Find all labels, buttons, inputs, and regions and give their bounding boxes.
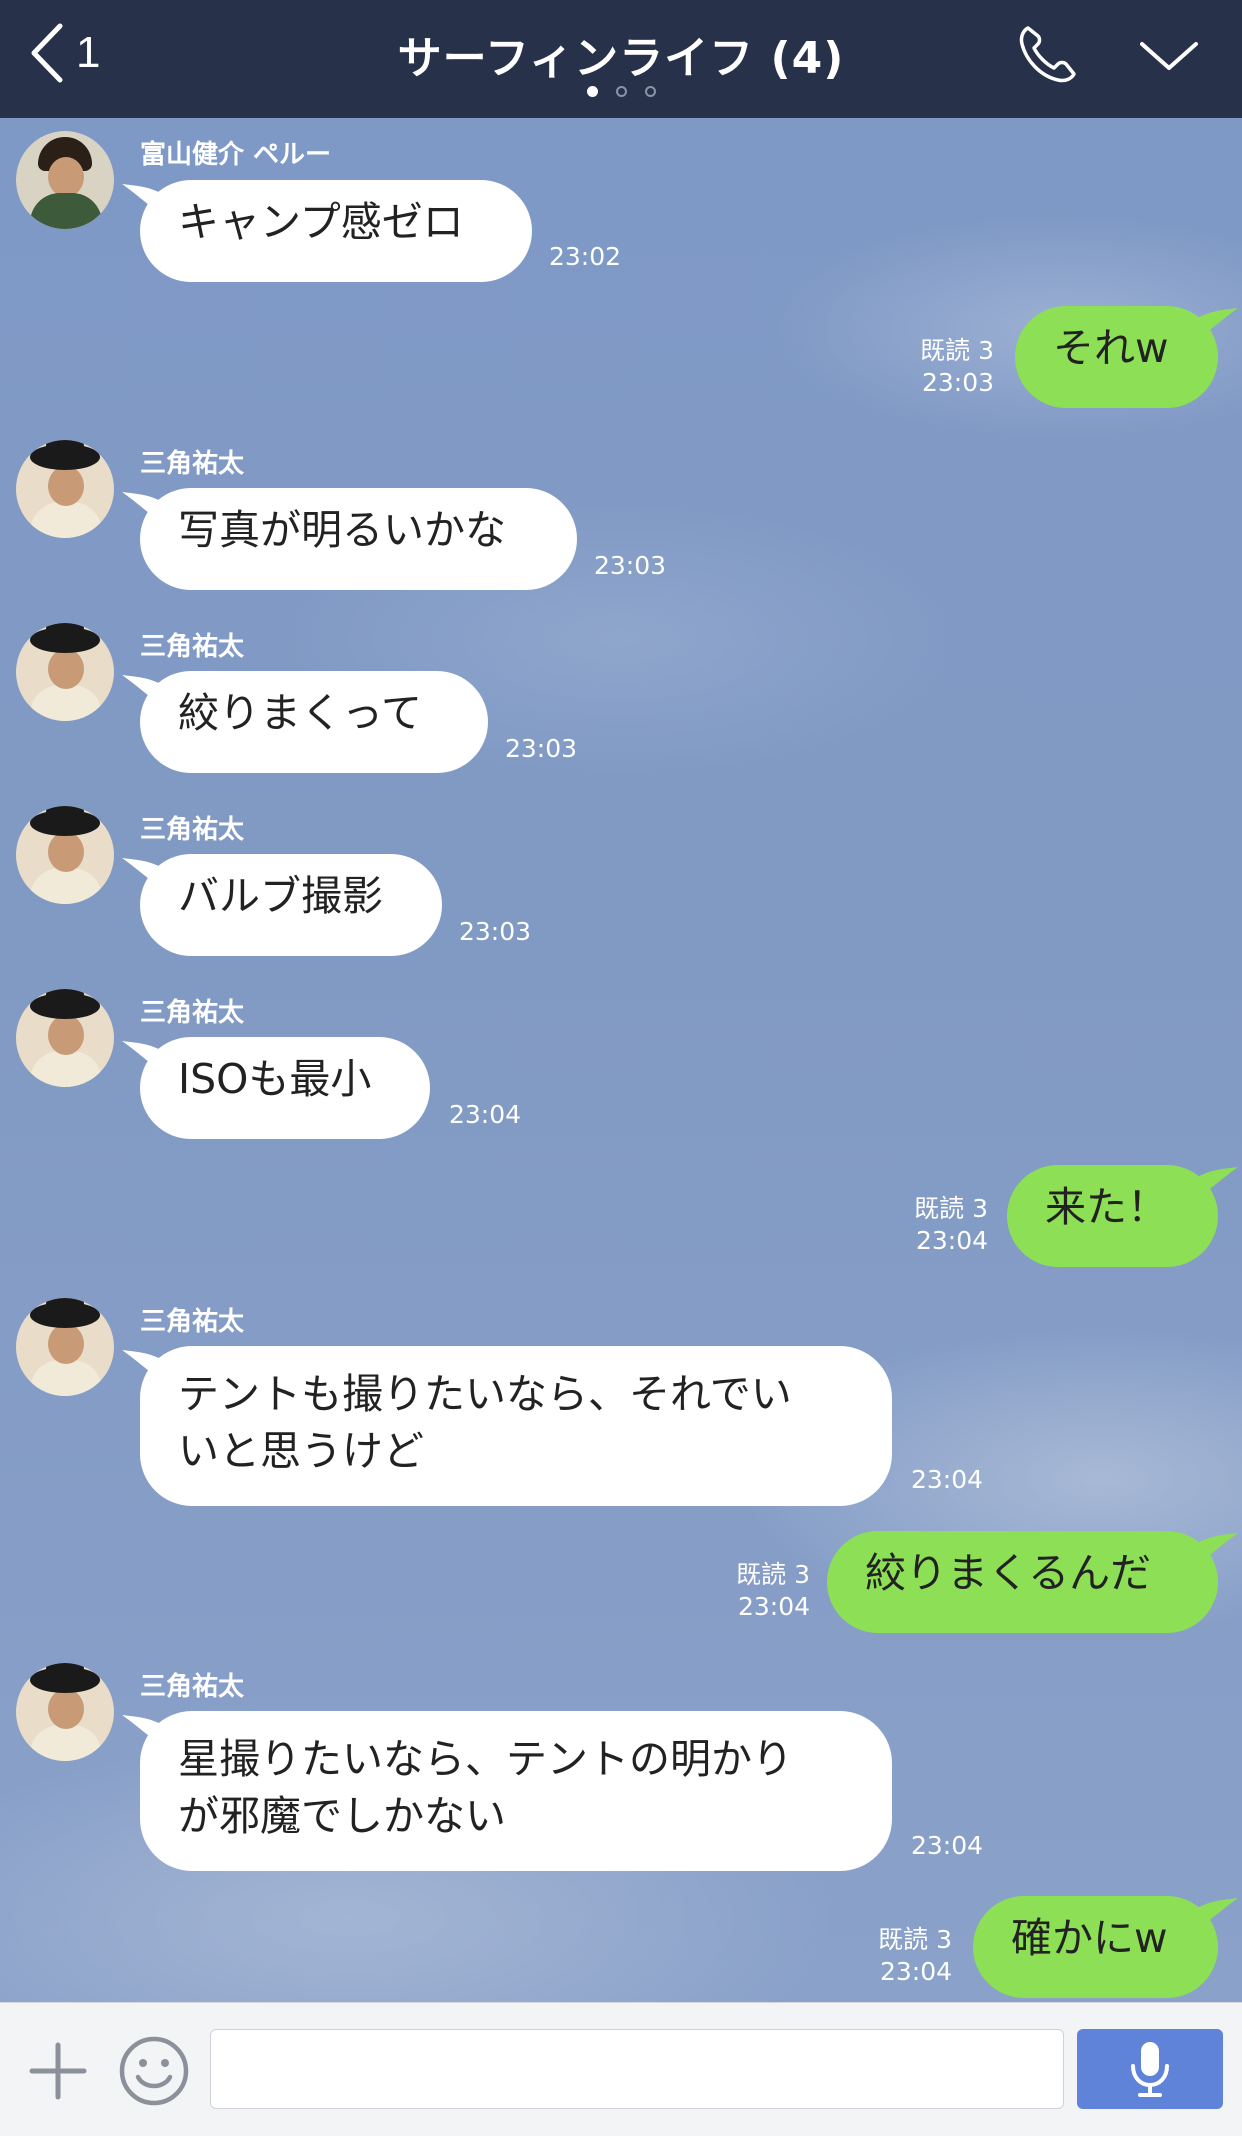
message-time: 23:04 — [915, 1226, 988, 1255]
message-time: 23:04 — [737, 1592, 810, 1621]
microphone-icon — [1131, 2042, 1169, 2097]
sender-name: 三角祐太 — [140, 632, 245, 662]
avatar[interactable] — [16, 623, 114, 721]
outgoing-message-bubble[interactable]: 絞りまくるんだ — [827, 1531, 1238, 1633]
message-text-line: 星撮りたいなら、テントの明かり — [178, 1735, 793, 1783]
message-text: 確かにw — [1011, 1914, 1168, 1962]
message-time: 23:03 — [921, 368, 994, 397]
incoming-message-bubble[interactable]: テントも撮りたいなら、それでい いと思うけど — [122, 1346, 892, 1506]
sender-name: 三角祐太 — [140, 1672, 245, 1702]
message-text: 絞りまくって — [178, 689, 422, 737]
message-text: ISOも最小 — [178, 1055, 372, 1103]
outgoing-message-bubble[interactable]: 確かにw — [973, 1896, 1238, 1998]
avatar[interactable] — [16, 806, 114, 904]
emoji-button[interactable] — [118, 2035, 190, 2107]
read-receipt: 既読 3 — [736, 1560, 810, 1589]
page-dot — [586, 86, 598, 97]
message-text-line: テントも撮りたいなら、それでい — [178, 1370, 792, 1418]
read-receipt: 既読 3 — [914, 1194, 988, 1223]
call-button[interactable] — [1014, 22, 1080, 88]
attach-button[interactable] — [28, 2041, 88, 2101]
message-time: 23:03 — [505, 734, 578, 763]
message-input[interactable] — [210, 2029, 1064, 2109]
avatar[interactable] — [16, 1663, 114, 1761]
chevron-down-icon — [1140, 42, 1198, 70]
message-text-line: が邪魔でしかない — [178, 1792, 506, 1840]
message-text: バルブ撮影 — [178, 872, 383, 920]
menu-button[interactable] — [1136, 28, 1202, 84]
sender-name: 富山健介 ペルー — [140, 140, 332, 170]
message-time: 23:04 — [879, 1957, 952, 1986]
message-time: 23:04 — [449, 1100, 522, 1129]
sender-name: 三角祐太 — [140, 815, 245, 845]
message-text: 絞りまくるんだ — [865, 1549, 1152, 1597]
incoming-message-bubble[interactable]: 絞りまくって — [122, 671, 488, 773]
incoming-message-bubble[interactable]: ISOも最小 — [122, 1037, 430, 1139]
message-time: 23:04 — [911, 1831, 984, 1860]
page-dot — [615, 86, 627, 97]
page-dot — [644, 86, 656, 97]
incoming-message-bubble[interactable]: バルブ撮影 — [122, 854, 442, 956]
avatar[interactable] — [16, 440, 114, 538]
sender-name: 三角祐太 — [140, 1307, 245, 1337]
smiley-icon — [119, 2036, 189, 2106]
avatar[interactable] — [16, 989, 114, 1087]
avatar[interactable] — [16, 1298, 114, 1396]
read-receipt: 既読 3 — [878, 1925, 952, 1954]
outgoing-message-bubble[interactable]: 来た！ — [1007, 1165, 1238, 1267]
plus-icon — [29, 2042, 87, 2100]
incoming-message-bubble[interactable]: 星撮りたいなら、テントの明かり が邪魔でしかない — [122, 1711, 892, 1871]
message-time: 23:04 — [911, 1465, 984, 1494]
phone-icon — [1019, 26, 1076, 83]
avatar[interactable] — [16, 131, 114, 229]
message-text-line: いと思うけど — [178, 1427, 424, 1475]
sender-name: 三角祐太 — [140, 998, 245, 1028]
message-text: それw — [1053, 324, 1169, 372]
message-text: キャンプ感ゼロ — [178, 198, 464, 246]
outgoing-message-bubble[interactable]: それw — [1015, 306, 1238, 408]
voice-message-button[interactable] — [1077, 2029, 1223, 2109]
message-time: 23:02 — [549, 242, 622, 271]
message-text: 来た！ — [1045, 1183, 1168, 1231]
message-list[interactable]: 富山健介 ペルー キャンプ感ゼロ 23:02 既読 3 23:03 それw 三角… — [0, 118, 1242, 2002]
message-time: 23:03 — [594, 551, 667, 580]
message-text: 写真が明るいかな — [178, 506, 506, 554]
incoming-message-bubble[interactable]: キャンプ感ゼロ — [122, 180, 532, 282]
message-input-bar — [0, 2002, 1242, 2136]
sender-name: 三角祐太 — [140, 449, 245, 479]
read-receipt: 既読 3 — [920, 336, 994, 365]
message-time: 23:03 — [459, 917, 532, 946]
chat-header: 1 サーフィンライフ (4) — [0, 0, 1242, 118]
incoming-message-bubble[interactable]: 写真が明るいかな — [122, 488, 577, 590]
